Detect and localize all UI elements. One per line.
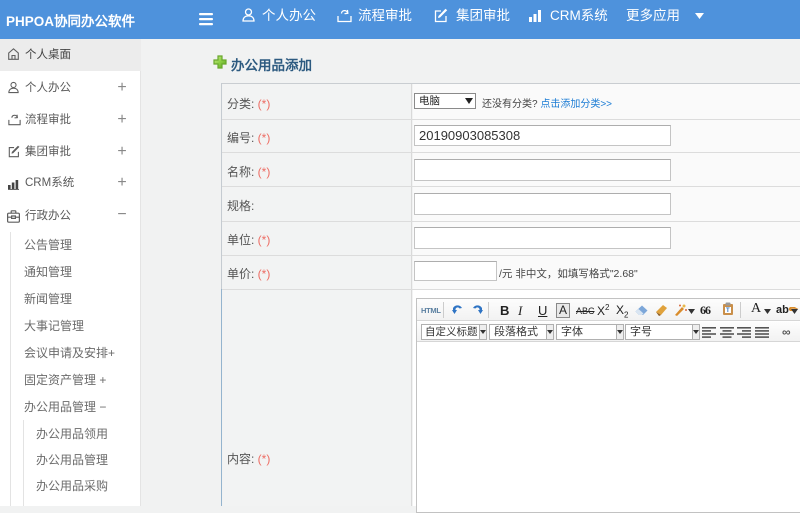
svg-text:T: T: [726, 308, 730, 314]
